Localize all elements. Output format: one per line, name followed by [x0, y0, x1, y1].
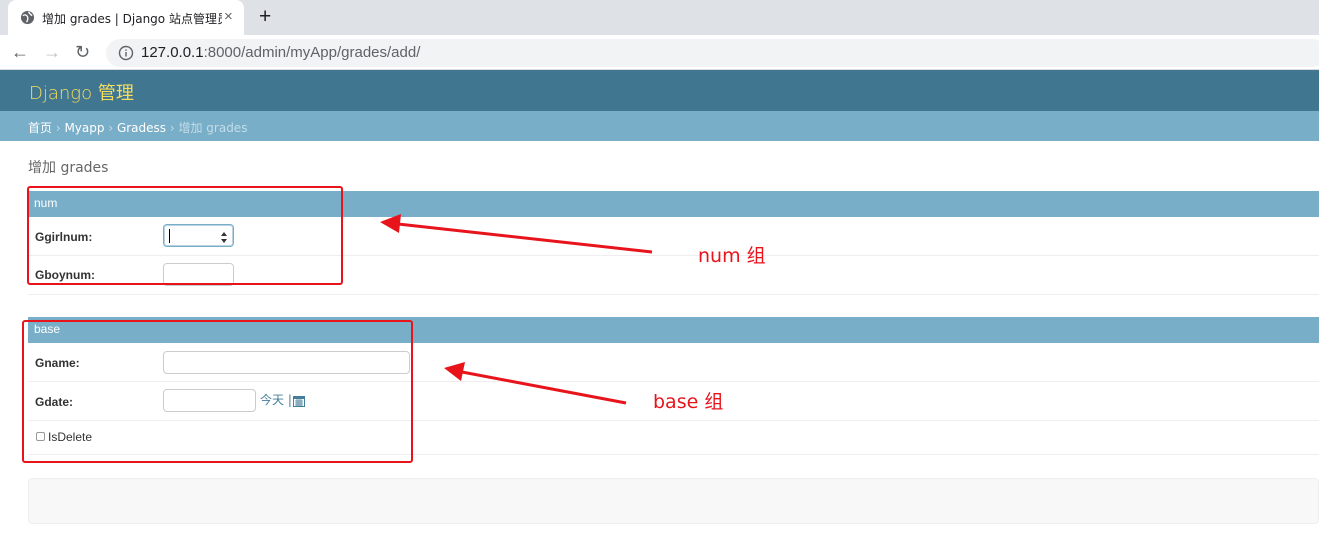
base-group-arrow — [444, 362, 627, 405]
annotation-arrows — [380, 214, 653, 405]
base-group-annotation: base 组 — [653, 391, 724, 413]
num-group-annotation: num 组 — [698, 245, 766, 267]
num-group-arrow — [380, 214, 653, 254]
